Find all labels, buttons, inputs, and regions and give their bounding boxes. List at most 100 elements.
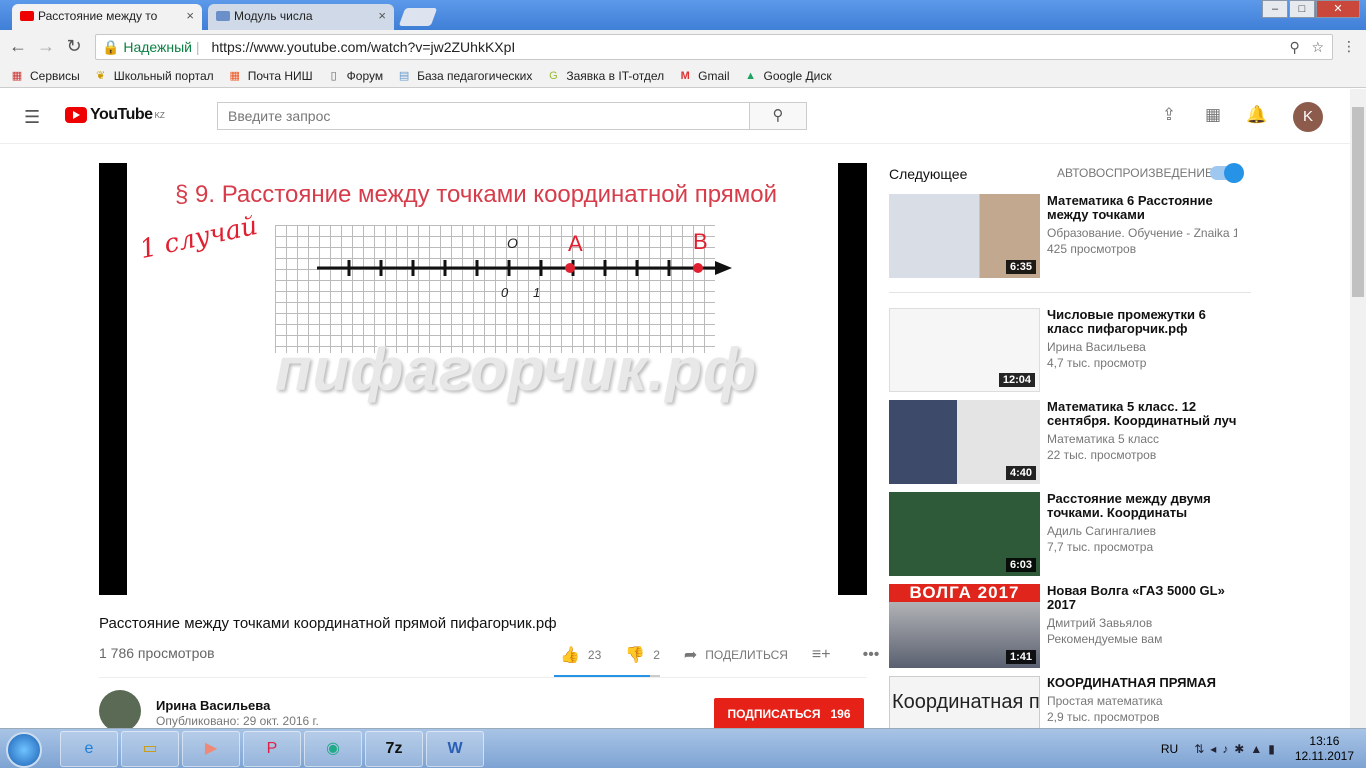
drive-icon: ▲ bbox=[745, 69, 756, 82]
share-button[interactable]: ➦ ПОДЕЛИТЬСЯ bbox=[684, 645, 788, 665]
language-indicator[interactable]: RU bbox=[1161, 742, 1178, 756]
bookmark-gmail[interactable]: M Gmail bbox=[678, 69, 730, 83]
more-actions-button[interactable]: ••• bbox=[863, 646, 888, 664]
recommended-video[interactable]: 12:04 Числовые промежутки 6 класс пифаго… bbox=[889, 308, 1251, 392]
video-title: Математика 5 класс. 12 сентября. Координ… bbox=[1047, 400, 1237, 428]
document-icon: ▤ bbox=[398, 69, 410, 82]
share-icon: ➦ bbox=[683, 647, 698, 664]
bookmark-forum[interactable]: ▯ Форум bbox=[327, 69, 383, 83]
recommended-video[interactable]: 4:40 Математика 5 класс. 12 сентября. Ко… bbox=[889, 400, 1251, 484]
bookmark-it-request[interactable]: G Заявка в IT-отдел bbox=[546, 69, 664, 83]
video-frame: § 9. Расстояние между точками координатн… bbox=[127, 163, 838, 595]
view-count: 425 просмотров bbox=[1047, 242, 1137, 256]
maximize-button[interactable]: □ bbox=[1289, 0, 1315, 18]
bookmark-apps[interactable]: ▦ Сервисы bbox=[10, 69, 80, 83]
reload-icon[interactable]: ↻ bbox=[62, 36, 86, 57]
watermark: пифагорчик.рф bbox=[275, 336, 758, 403]
window-controls: – □ ✕ bbox=[1261, 0, 1360, 18]
tab-module[interactable]: Модуль числа × bbox=[208, 4, 394, 30]
recommended-video[interactable]: 6:35 Математика 6 Расстояние между точка… bbox=[889, 194, 1251, 278]
portal-icon: ❦ bbox=[96, 69, 106, 82]
close-tab-icon[interactable]: × bbox=[186, 8, 194, 23]
internet-explorer-icon[interactable]: e bbox=[60, 731, 118, 767]
bookmark-google-drive[interactable]: ▲ Google Диск bbox=[744, 69, 832, 83]
video-thumbnail: ВОЛГА 2017 1:41 bbox=[889, 584, 1040, 668]
subscriber-count: 196 bbox=[830, 707, 851, 721]
view-count: Рекомендуемые вам bbox=[1047, 632, 1163, 646]
up-next-label: Следующее bbox=[889, 166, 968, 182]
recommended-video[interactable]: ВОЛГА 2017 1:41 Новая Волга «ГАЗ 5000 GL… bbox=[889, 584, 1251, 668]
minimize-button[interactable]: – bbox=[1262, 0, 1288, 18]
region-badge: KZ bbox=[154, 110, 165, 120]
tick-zero-label: 0 bbox=[501, 285, 509, 300]
video-title: Математика 6 Расстояние между точками bbox=[1047, 194, 1213, 222]
video-title: Новая Волга «ГАЗ 5000 GL» 2017 bbox=[1047, 584, 1225, 612]
channel-avatar[interactable] bbox=[99, 690, 141, 732]
new-tab-button[interactable] bbox=[398, 8, 438, 26]
video-thumbnail: 12:04 bbox=[889, 308, 1040, 392]
g-logo-icon: G bbox=[549, 69, 558, 82]
bookmark-pedagogical-base[interactable]: ▤ База педагогических bbox=[397, 69, 532, 83]
divider bbox=[99, 677, 867, 678]
close-tab-icon[interactable]: × bbox=[378, 8, 386, 23]
search-input[interactable]: Введите запрос bbox=[217, 102, 750, 130]
apps-icon[interactable]: ▦ bbox=[1202, 105, 1224, 125]
autoplay-toggle[interactable] bbox=[1210, 163, 1244, 183]
zoom-icon[interactable]: ⚲ bbox=[1290, 39, 1300, 55]
address-bar[interactable]: 🔒 Надежный | https://www.youtube.com/wat… bbox=[95, 34, 1333, 60]
browser-menu-icon[interactable]: ⋮ bbox=[1342, 38, 1356, 55]
explorer-folder-icon[interactable]: ▭ bbox=[121, 731, 179, 767]
video-player[interactable]: § 9. Расстояние между точками координатн… bbox=[99, 163, 867, 595]
thumbnail-text: Координатная прямая bbox=[892, 691, 1040, 713]
page-scrollbar[interactable] bbox=[1350, 89, 1366, 728]
recommended-video[interactable]: Координатная прямая КООРДИНАТНАЯ ПРЯМАЯ … bbox=[889, 676, 1251, 728]
video-title: Расстояние между двумя точками. Координа… bbox=[1047, 492, 1211, 520]
video-title: Числовые промежутки 6 класс пифагорчик.р… bbox=[1047, 308, 1206, 336]
publish-date: Опубликовано: 29 окт. 2016 г. bbox=[156, 714, 319, 728]
channel-name: Математика 5 класс bbox=[1047, 432, 1160, 446]
secure-label: Надежный bbox=[123, 39, 193, 55]
scrollbar-thumb[interactable] bbox=[1352, 107, 1364, 297]
tab-youtube[interactable]: Расстояние между то × bbox=[12, 4, 202, 30]
channel-name: Образование. Обучение - Znaika 1 bbox=[1047, 226, 1237, 240]
account-avatar[interactable]: K bbox=[1293, 102, 1323, 132]
powerpoint-icon[interactable]: P bbox=[243, 731, 301, 767]
forward-icon[interactable]: → bbox=[34, 36, 58, 57]
notifications-bell-icon[interactable]: 🔔 bbox=[1246, 105, 1268, 125]
channel-name: Адиль Сагингалиев bbox=[1047, 524, 1157, 538]
dislike-button[interactable]: 👎 2 bbox=[625, 645, 660, 665]
youtube-logo[interactable]: YouTube KZ bbox=[65, 106, 165, 124]
bookmark-school-portal[interactable]: ❦ Школьный портал bbox=[94, 69, 214, 83]
video-title: КООРДИНАТНАЯ ПРЯМАЯ bbox=[1047, 676, 1217, 690]
point-b-label: B bbox=[693, 229, 708, 254]
media-player-icon[interactable]: ▶ bbox=[182, 731, 240, 767]
clock[interactable]: 13:16 12.11.2017 bbox=[1295, 734, 1354, 764]
autoplay-label: АВТОВОСПРОИЗВЕДЕНИЕ bbox=[1057, 166, 1213, 180]
tray-icons[interactable]: ⇅◂♪✱▲▮ bbox=[1194, 742, 1281, 756]
search-button[interactable]: ⚲ bbox=[749, 102, 807, 130]
video-thumbnail: 6:35 bbox=[889, 194, 1040, 278]
channel-name: Дмитрий Завьялов bbox=[1047, 616, 1153, 630]
back-icon[interactable]: ← bbox=[6, 36, 30, 57]
7zip-icon[interactable]: 7z bbox=[365, 731, 423, 767]
video-thumbnail: 6:03 bbox=[889, 492, 1040, 576]
word-icon[interactable]: W bbox=[426, 731, 484, 767]
channel-name[interactable]: Ирина Васильева bbox=[156, 698, 270, 713]
thumbs-down-icon: 👎 bbox=[625, 647, 646, 664]
like-button[interactable]: 👍 23 bbox=[560, 645, 601, 665]
gmail-icon: M bbox=[680, 69, 690, 82]
recommended-video[interactable]: 6:03 Расстояние между двумя точками. Коо… bbox=[889, 492, 1251, 576]
subscribe-button[interactable]: ПОДПИСАТЬСЯ 196 bbox=[714, 698, 864, 730]
add-to-playlist-button[interactable]: ≡+ bbox=[812, 646, 839, 664]
chrome-icon[interactable]: ◉ bbox=[304, 731, 362, 767]
youtube-header: ☰ YouTube KZ Введите запрос ⚲ ⇪ ▦ 🔔 K bbox=[0, 89, 1350, 144]
upload-icon[interactable]: ⇪ bbox=[1158, 105, 1180, 125]
close-window-button[interactable]: ✕ bbox=[1316, 0, 1360, 18]
tick-one-label: 1 bbox=[533, 285, 540, 300]
menu-icon[interactable]: ☰ bbox=[24, 107, 40, 128]
start-button[interactable] bbox=[6, 732, 42, 768]
youtube-favicon-icon bbox=[20, 11, 34, 21]
bookmark-mail[interactable]: ▦ Почта НИШ bbox=[228, 69, 312, 83]
video-actions: 👍 23 👎 2 ➦ ПОДЕЛИТЬСЯ ≡+ ••• bbox=[560, 645, 911, 665]
bookmark-star-icon[interactable]: ☆ bbox=[1311, 39, 1324, 55]
